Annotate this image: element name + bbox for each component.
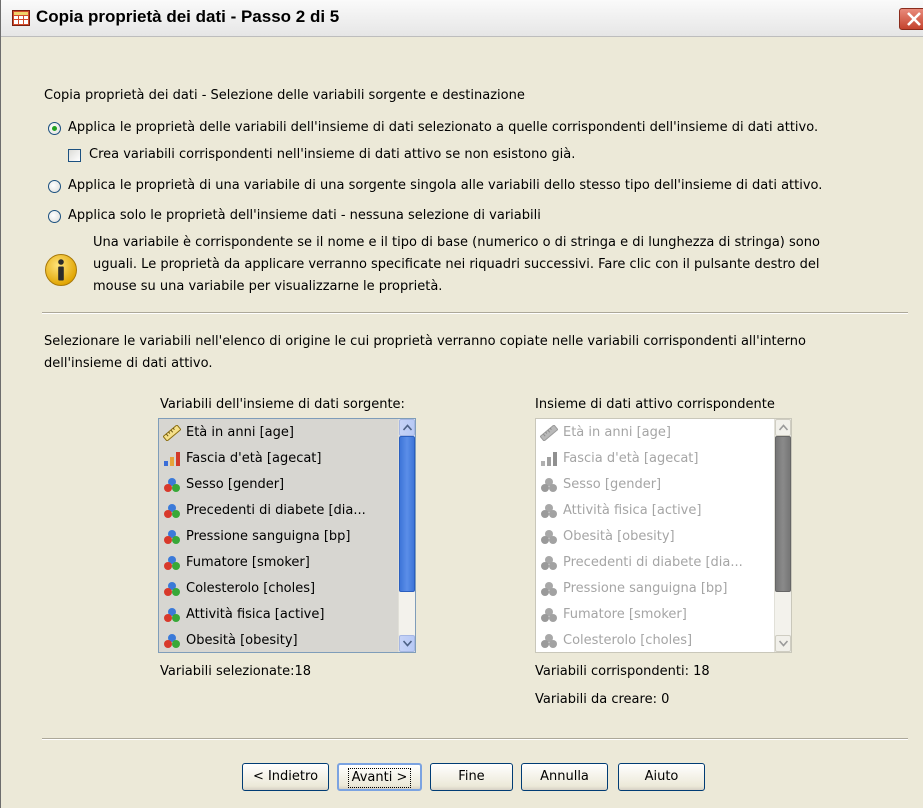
divider-top [42,312,908,314]
target-matching-count: Variabili corrispondenti: 18 [535,664,710,679]
nominal-icon [163,503,181,519]
data-table-icon [12,10,30,26]
list-item-label: Fascia d'età [agecat] [563,451,699,466]
nominal-icon [540,529,558,545]
help-button[interactable]: Aiuto [618,763,705,791]
scroll-down-button [775,635,791,652]
instruction-line-1: Selezionare le variabili nell'elenco di … [44,334,806,349]
radio-apply-single-source-label[interactable]: Applica le proprietà di una variabile di… [68,178,822,194]
section-heading: Copia proprietà dei dati - Selezione del… [44,88,525,103]
next-button-label: Avanti > [347,768,412,788]
list-item-label: Obesità [obesity] [563,529,675,544]
list-item-label: Pressione sanguigna [bp] [186,529,351,544]
list-item-label: Attività fisica [active] [186,607,325,622]
nominal-icon [163,555,181,571]
scale-icon [162,424,182,442]
nominal-icon [540,633,558,649]
target-to-create-count: Variabili da creare: 0 [535,692,670,707]
arrow-up-icon [403,424,412,431]
list-item-label: Sesso [gender] [186,477,285,492]
scroll-down-button[interactable] [399,635,415,652]
nominal-icon [163,477,181,493]
target-variables-list: Età in anni [age] Fascia d'età [agecat] Se… [535,418,792,653]
divider-bottom [42,738,908,740]
nominal-icon [163,581,181,597]
scroll-up-button[interactable] [399,419,415,436]
source-list-scrollbar[interactable] [398,419,415,652]
list-item-label: Obesità [obesity] [186,633,298,648]
finish-button[interactable]: Fine [430,763,513,791]
info-line-3: mouse su una variabile per visualizzarne… [93,279,443,294]
list-item-label: Fascia d'età [agecat] [186,451,322,466]
radio-apply-selected[interactable] [48,122,61,135]
list-item-label: Fumatore [smoker] [563,607,687,622]
radio-apply-dataset-only-label[interactable]: Applica solo le proprietà dell'insieme d… [68,208,541,224]
scroll-up-button [775,419,791,436]
nominal-icon [540,581,558,597]
nominal-icon [540,555,558,571]
radio-apply-dataset-only[interactable] [48,210,61,223]
scale-icon [539,424,559,442]
back-button[interactable]: < Indietro [242,763,329,791]
info-icon [45,254,77,286]
ordinal-icon [540,451,558,467]
arrow-down-icon [403,640,412,647]
nominal-icon [163,633,181,649]
arrow-up-icon [779,424,788,431]
close-icon [907,12,921,26]
source-variables-list[interactable]: Età in anni [age] Fascia d'età [agecat] Se… [158,418,416,653]
radio-apply-single-source[interactable] [48,180,61,193]
list-item-label: Sesso [gender] [563,477,662,492]
nominal-icon [540,607,558,623]
list-item-label: Età in anni [age] [186,425,294,440]
list-item-label: Colesterolo [choles] [563,633,693,648]
radio-apply-selected-label[interactable]: Applica le proprietà delle variabili del… [68,120,818,136]
nominal-icon [540,477,558,493]
nominal-icon [163,607,181,623]
source-list-label: Variabili dell'insieme di dati sorgente: [160,397,405,412]
window-title: Copia proprietà dei dati - Passo 2 di 5 [36,7,340,26]
checkbox-create-matching-label[interactable]: Crea variabili corrispondenti nell'insie… [89,147,575,163]
nominal-icon [540,503,558,519]
checkbox-create-matching[interactable] [68,149,81,162]
instruction-line-2: dell'insieme di dati attivo. [44,356,213,371]
list-item-label: Precedenti di diabete [dia... [563,555,743,570]
list-item-label: Attività fisica [active] [563,503,702,518]
title-bar[interactable]: Copia proprietà dei dati - Passo 2 di 5 [1,0,923,37]
info-line-2: uguali. Le proprietà da applicare verran… [93,257,820,272]
list-item-label: Fumatore [smoker] [186,555,310,570]
list-item-label: Età in anni [age] [563,425,671,440]
nominal-icon [163,529,181,545]
cancel-button[interactable]: Annulla [521,763,608,791]
list-item-label: Precedenti di diabete [dia... [186,503,366,518]
copy-properties-dialog: Copia proprietà dei dati - Passo 2 di 5 … [0,0,923,808]
close-button[interactable] [899,8,923,30]
ordinal-icon [163,451,181,467]
scroll-thumb [775,436,791,592]
source-selected-count: Variabili selezionate:18 [160,664,311,679]
list-item-label: Pressione sanguigna [bp] [563,581,728,596]
scroll-thumb[interactable] [399,436,415,592]
next-button[interactable]: Avanti > [337,763,422,791]
arrow-down-icon [779,640,788,647]
list-item-label: Colesterolo [choles] [186,581,316,596]
info-line-1: Una variabile è corrispondente se il nom… [93,235,820,250]
target-list-scrollbar [774,419,791,652]
target-list-label: Insieme di dati attivo corrispondente [535,397,775,412]
dialog-content: Copia proprietà dei dati - Selezione del… [1,37,923,808]
